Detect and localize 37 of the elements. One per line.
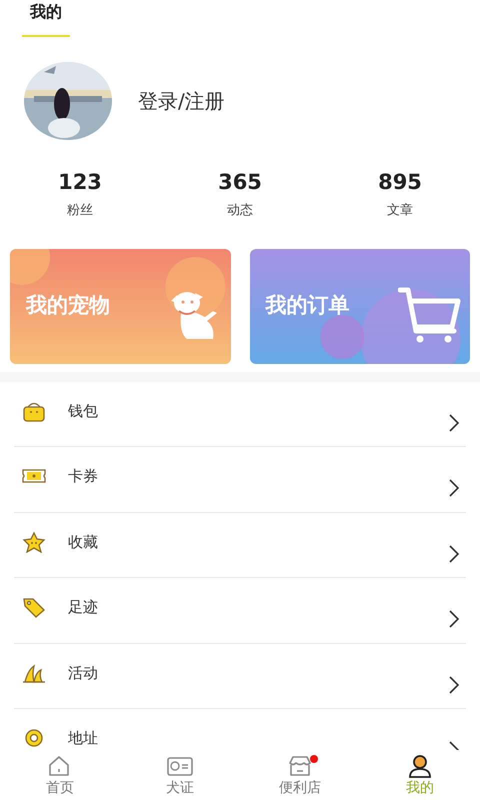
stat-value: 123 [57,170,103,196]
menu-item[interactable]: 收藏 [14,512,466,578]
stat-label: 粉丝 [66,202,94,220]
chevron-icon [448,610,460,628]
menu-label: 收藏 [68,532,98,553]
chevron-icon [448,479,460,498]
menu-item[interactable]: 钱包 [14,382,466,448]
menu-item[interactable]: 卡券 [14,447,466,513]
stat-value: 895 [377,170,423,196]
store-icon [287,754,313,778]
menu-label: 足迹 [68,597,98,618]
opera-house-icon [22,662,46,684]
menu-label: 卡券 [68,466,98,488]
chevron-icon [448,676,460,694]
tab-bar-item[interactable]: 便利店 [240,750,360,800]
stat-label: 文章 [386,202,414,220]
person-icon [407,754,433,778]
tab-bar-item[interactable]: 犬证 [120,750,240,800]
card-label: 我的宠物 [26,292,110,320]
cart-icon [398,287,460,342]
header-tab[interactable]: 我的 [22,0,70,37]
id-card-icon [167,754,193,778]
tab-bar-item[interactable]: 首页 [0,750,120,800]
menu-label: 钱包 [68,400,98,422]
chevron-icon [448,544,460,563]
star-icon [22,530,46,553]
menu-item[interactable]: 活动 [14,644,466,710]
menu-label: 活动 [68,662,98,684]
card-label: 我的订单 [266,292,350,320]
menu-label: 地址 [68,728,98,750]
stat-label: 动态 [226,202,254,220]
tag-icon [22,596,46,618]
menu-item[interactable]: 足迹 [14,578,466,644]
login-link[interactable]: 登录/注册 [138,86,225,116]
chevron-icon [448,414,460,432]
stat-value: 365 [217,170,263,196]
dog-icon [170,292,216,339]
